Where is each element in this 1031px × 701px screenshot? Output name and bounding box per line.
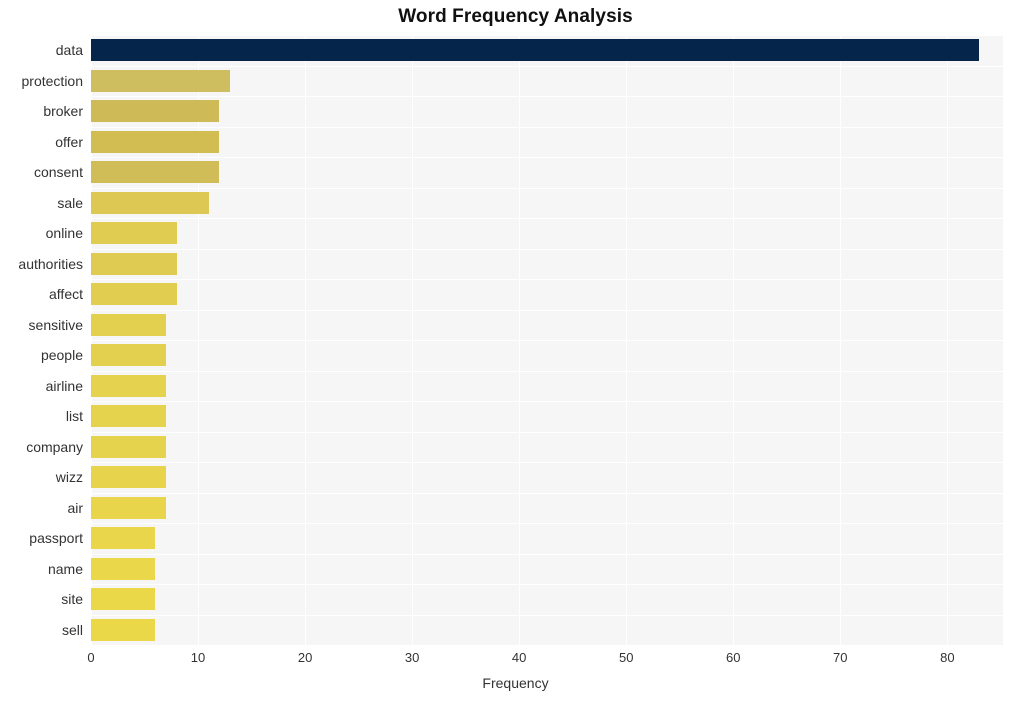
- bar: [91, 313, 166, 336]
- plot-area: [91, 35, 1003, 646]
- bar: [91, 588, 156, 611]
- bar: [91, 557, 156, 580]
- bar: [91, 344, 166, 367]
- bar: [91, 466, 166, 489]
- y-axis-tick-label: air: [67, 499, 83, 516]
- gridline-horizontal: [91, 645, 1003, 646]
- x-axis-tick-label: 0: [87, 650, 95, 665]
- bar: [91, 130, 220, 153]
- y-axis-tick-label: broker: [43, 103, 83, 120]
- bar: [91, 435, 166, 458]
- y-axis-tick-label: passport: [29, 530, 83, 547]
- x-axis-tick-label: 50: [618, 650, 634, 665]
- bar: [91, 191, 209, 214]
- bar: [91, 100, 220, 123]
- x-axis-tick-label: 30: [404, 650, 420, 665]
- chart-title: Word Frequency Analysis: [398, 6, 633, 27]
- y-axis-tick-label: site: [61, 591, 83, 608]
- y-axis-tick-label: wizz: [55, 469, 83, 486]
- bars-layer: [91, 35, 1003, 645]
- bar: [91, 222, 177, 245]
- y-axis-tick-label: sensitive: [28, 316, 83, 333]
- y-axis-tick-label: protection: [21, 72, 83, 89]
- y-axis-tick-label: name: [47, 560, 83, 577]
- x-axis-title: Frequency: [482, 675, 549, 691]
- bar: [91, 374, 166, 397]
- y-axis-tick-label: sale: [57, 194, 83, 211]
- bar: [91, 405, 166, 428]
- word-frequency-chart: Word Frequency Analysis data protection br…: [0, 0, 1031, 701]
- y-axis-tick-label: list: [65, 408, 83, 425]
- x-axis-tick-label: 80: [940, 650, 955, 665]
- bar: [91, 161, 220, 184]
- y-axis-tick-label: data: [55, 42, 83, 59]
- x-axis-tick-label: 70: [833, 650, 848, 665]
- bar: [91, 39, 980, 62]
- bar: [91, 618, 156, 641]
- bar: [91, 496, 166, 519]
- y-axis-tick-label: people: [40, 347, 83, 364]
- y-axis-tick-label: offer: [55, 133, 83, 150]
- bar: [91, 252, 177, 275]
- y-axis-tick-label: consent: [33, 164, 83, 181]
- bar: [91, 527, 156, 550]
- bar: [91, 283, 177, 306]
- y-axis-tick-label: online: [45, 225, 83, 242]
- y-axis-tick-label: sell: [61, 621, 83, 638]
- x-axis-tick-label: 40: [511, 650, 527, 665]
- x-axis-tick-label: 10: [190, 650, 206, 665]
- x-axis-ticks: 0 10 20 30 40 50 60 70 80: [0, 650, 1031, 672]
- y-axis-tick-label: authorities: [18, 255, 83, 272]
- y-axis-tick-label: company: [26, 438, 83, 455]
- y-axis-tick-label: airline: [45, 377, 83, 394]
- y-axis-labels: data protection broker offer consent sale onli…: [0, 35, 83, 645]
- bar: [91, 69, 231, 92]
- x-axis-tick-label: 20: [297, 650, 313, 665]
- y-axis-tick-label: affect: [49, 286, 83, 303]
- x-axis-tick-label: 60: [726, 650, 741, 665]
